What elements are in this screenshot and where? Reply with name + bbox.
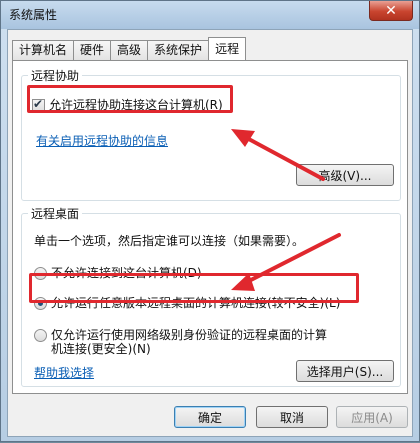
- annotation-arrows: [231, 129, 341, 291]
- arrow-to-remote-desktop: [231, 233, 341, 291]
- arrow-to-remote-assistance: [231, 129, 325, 181]
- system-properties-window: 系统属性 ✕ 计算机名 硬件 高级 系统保护 远程 远程协助 ✔ 允许远程协助连接…: [0, 0, 420, 442]
